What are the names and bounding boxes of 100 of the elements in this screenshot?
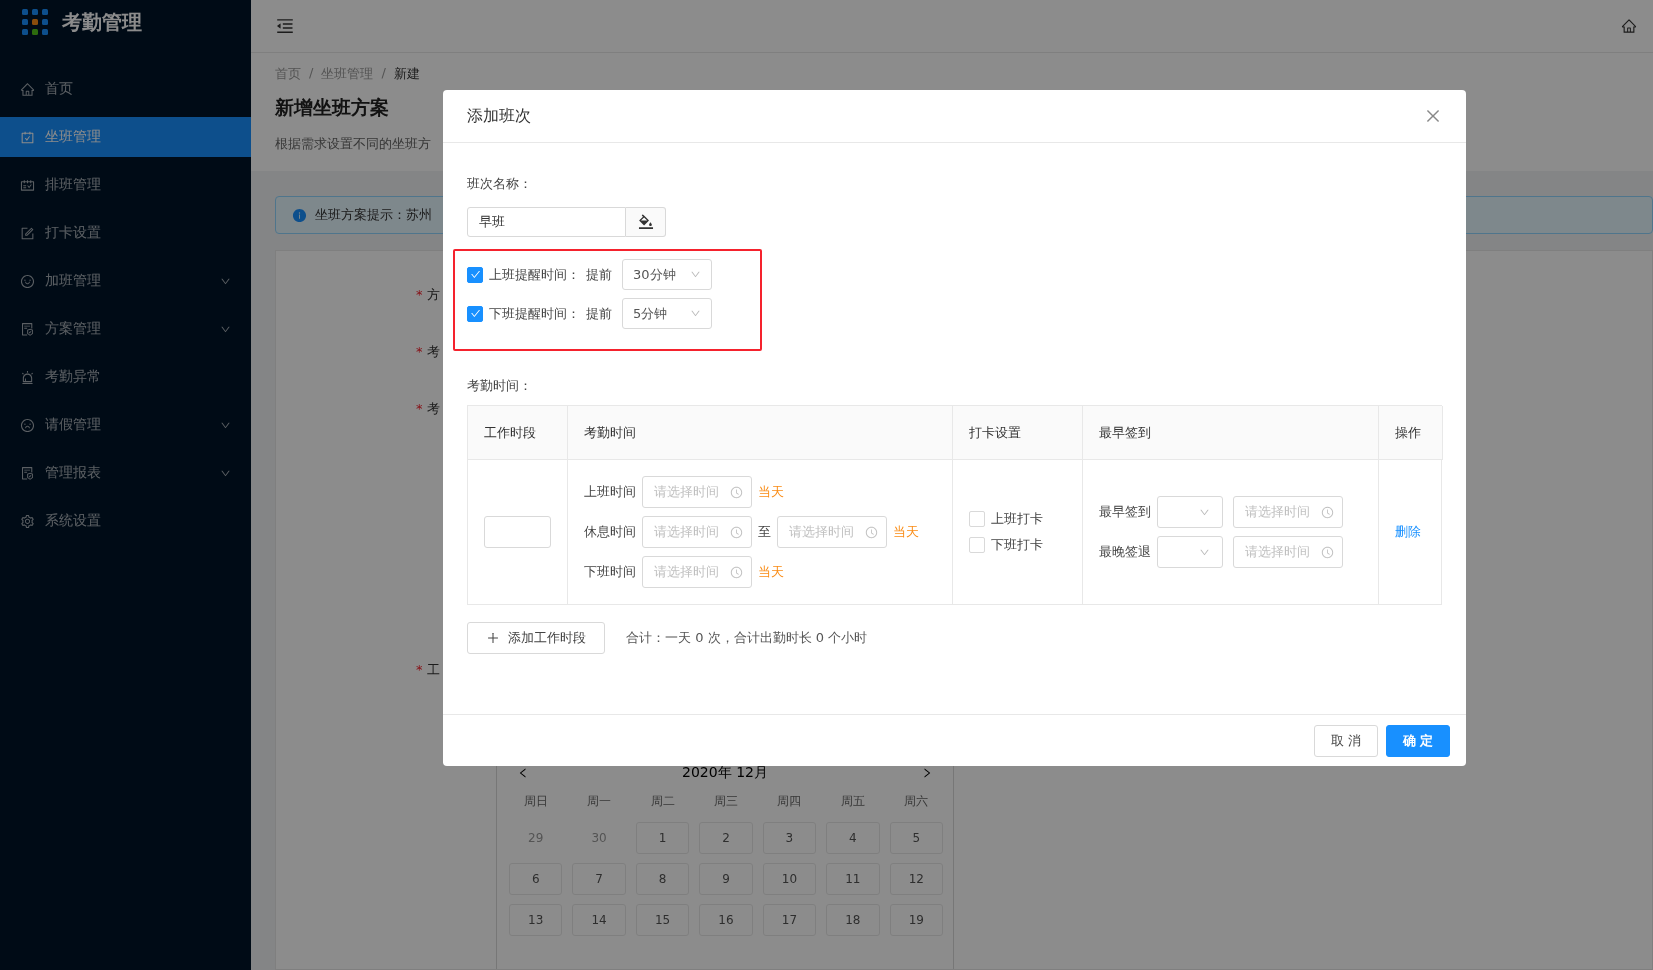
reminder-label: 上班提醒时间：	[489, 265, 580, 284]
sidebar-item[interactable]: 管理报表	[0, 453, 251, 493]
app-title: 考勤管理	[62, 8, 142, 36]
limit-label: 最早签到	[1099, 503, 1151, 521]
time-label: 下班时间	[584, 563, 636, 581]
dialog-title: 添加班次	[467, 105, 531, 127]
sidebar-item[interactable]: 方案管理	[0, 309, 251, 349]
day-label: 当天	[758, 563, 784, 581]
calendar-day[interactable]: 18	[826, 903, 880, 936]
plus-icon	[486, 631, 500, 645]
check-icon	[469, 308, 481, 319]
calendar-day[interactable]: 17	[762, 903, 817, 936]
weekday-label: 周六	[903, 792, 930, 810]
info-icon	[292, 207, 307, 223]
calendar-day[interactable]: 14	[572, 903, 626, 936]
calendar-day[interactable]: 15	[635, 903, 690, 936]
weekday-label: 周四	[776, 792, 803, 810]
sidebar-item[interactable]: 首页	[0, 69, 251, 109]
clock-icon	[730, 565, 743, 579]
calendar-day[interactable]: 10	[762, 862, 817, 895]
check-icon	[469, 269, 481, 280]
confirm-button[interactable]: 确 定	[1386, 724, 1450, 757]
column-header: 工作时段	[468, 406, 568, 460]
column-header: 操作	[1379, 406, 1443, 460]
alert-text: 坐班方案提示：苏州	[315, 206, 432, 224]
paint-bucket-icon	[636, 213, 655, 231]
page-description: 根据需求设置不同的坐班方	[275, 135, 432, 154]
checkbox-label: 上班打卡	[991, 510, 1043, 528]
calendar-day[interactable]: 2	[699, 821, 753, 854]
calendar-title: 2020年 12月	[682, 763, 768, 782]
calendar-day[interactable]: 3	[762, 821, 817, 854]
calendar-day[interactable]: 7	[572, 862, 626, 895]
checkbox[interactable]	[467, 305, 483, 322]
close-icon[interactable]	[1424, 107, 1442, 125]
breadcrumb-separator: /	[381, 65, 386, 83]
clock-icon	[730, 525, 743, 539]
calendar-day[interactable]: 29	[509, 821, 563, 854]
clock-icon	[730, 485, 743, 499]
clock-icon	[1321, 545, 1334, 559]
name-field[interactable]: 早班	[467, 207, 626, 237]
weekday-label: 周五	[839, 792, 866, 810]
checkbox[interactable]	[467, 266, 483, 283]
calendar-day[interactable]: 5	[889, 821, 943, 854]
weekday-label: 周三	[713, 792, 739, 810]
calendar-day[interactable]: 4	[826, 821, 880, 854]
form-label: * 工	[416, 661, 440, 679]
day-label: 当天	[758, 483, 784, 501]
sidebar-item[interactable]: 请假管理	[0, 405, 251, 445]
calendar-day[interactable]: 11	[826, 862, 880, 895]
reminder-prefix: 提前	[586, 304, 612, 323]
calendar-day[interactable]: 19	[889, 903, 943, 936]
summary-text: 合计：一天 0 次，合计出勤时长 0 个小时	[626, 629, 868, 647]
clock-icon	[865, 525, 878, 539]
sidebar-item[interactable]: 加班管理	[0, 261, 251, 301]
delete-link[interactable]: 删除	[1395, 523, 1427, 541]
form-label: * 方	[416, 286, 440, 304]
chevron-down-icon	[690, 308, 701, 319]
section-label: 考勤时间：	[467, 378, 532, 393]
calendar-day[interactable]: 9	[699, 862, 753, 895]
breadcrumb-separator: /	[309, 65, 314, 83]
time-label: 休息时间	[584, 523, 636, 541]
time-label: 上班时间	[584, 483, 636, 501]
form-label: * 考	[416, 342, 440, 361]
limit-label: 最晚签退	[1099, 543, 1151, 561]
logo-icon	[22, 9, 48, 35]
chevron-down-icon	[690, 269, 701, 280]
minutes-select[interactable]: 30分钟	[622, 259, 712, 290]
weekday-label: 周日	[522, 792, 549, 810]
sidebar-item[interactable]: 排班管理	[0, 165, 251, 205]
calendar-day[interactable]: 12	[889, 862, 943, 895]
sidebar-item[interactable]: 坐班管理	[0, 117, 251, 157]
checkbox-label: 下班打卡	[991, 536, 1043, 554]
reminder-label: 下班提醒时间：	[489, 304, 580, 323]
range-separator: 至	[758, 523, 771, 541]
calendar-day[interactable]: 8	[635, 862, 690, 895]
add-period-button[interactable]: 添加工作时段	[467, 622, 605, 654]
page-title: 新增坐班方案	[275, 95, 389, 121]
reminder-prefix: 提前	[586, 265, 612, 284]
sidebar-item[interactable]: 考勤异常	[0, 357, 251, 397]
weekday-label: 周一	[586, 792, 613, 810]
column-header: 打卡设置	[953, 406, 1083, 460]
clock-icon	[1321, 505, 1334, 519]
home-icon[interactable]	[1621, 18, 1637, 35]
calendar-day[interactable]: 16	[699, 903, 753, 936]
calendar-day[interactable]: 6	[509, 862, 563, 895]
form-label: * 考	[416, 399, 440, 418]
sidebar-item[interactable]: 系统设置	[0, 501, 251, 541]
calendar-day[interactable]: 13	[509, 903, 563, 936]
sidebar-item[interactable]: 打卡设置	[0, 213, 251, 253]
breadcrumb-link[interactable]: 新建	[393, 65, 420, 84]
field-label: 班次名称：	[467, 175, 533, 193]
column-header: 考勤时间	[568, 406, 953, 460]
cancel-button[interactable]: 取 消	[1314, 724, 1378, 757]
calendar-check-icon	[20, 129, 35, 145]
minutes-select[interactable]: 5分钟	[622, 298, 712, 329]
day-label: 当天	[893, 523, 919, 541]
period-field[interactable]	[484, 516, 551, 548]
calendar-day[interactable]: 30	[572, 821, 626, 854]
calendar-day[interactable]: 1	[635, 821, 690, 854]
color-button[interactable]	[626, 207, 666, 237]
